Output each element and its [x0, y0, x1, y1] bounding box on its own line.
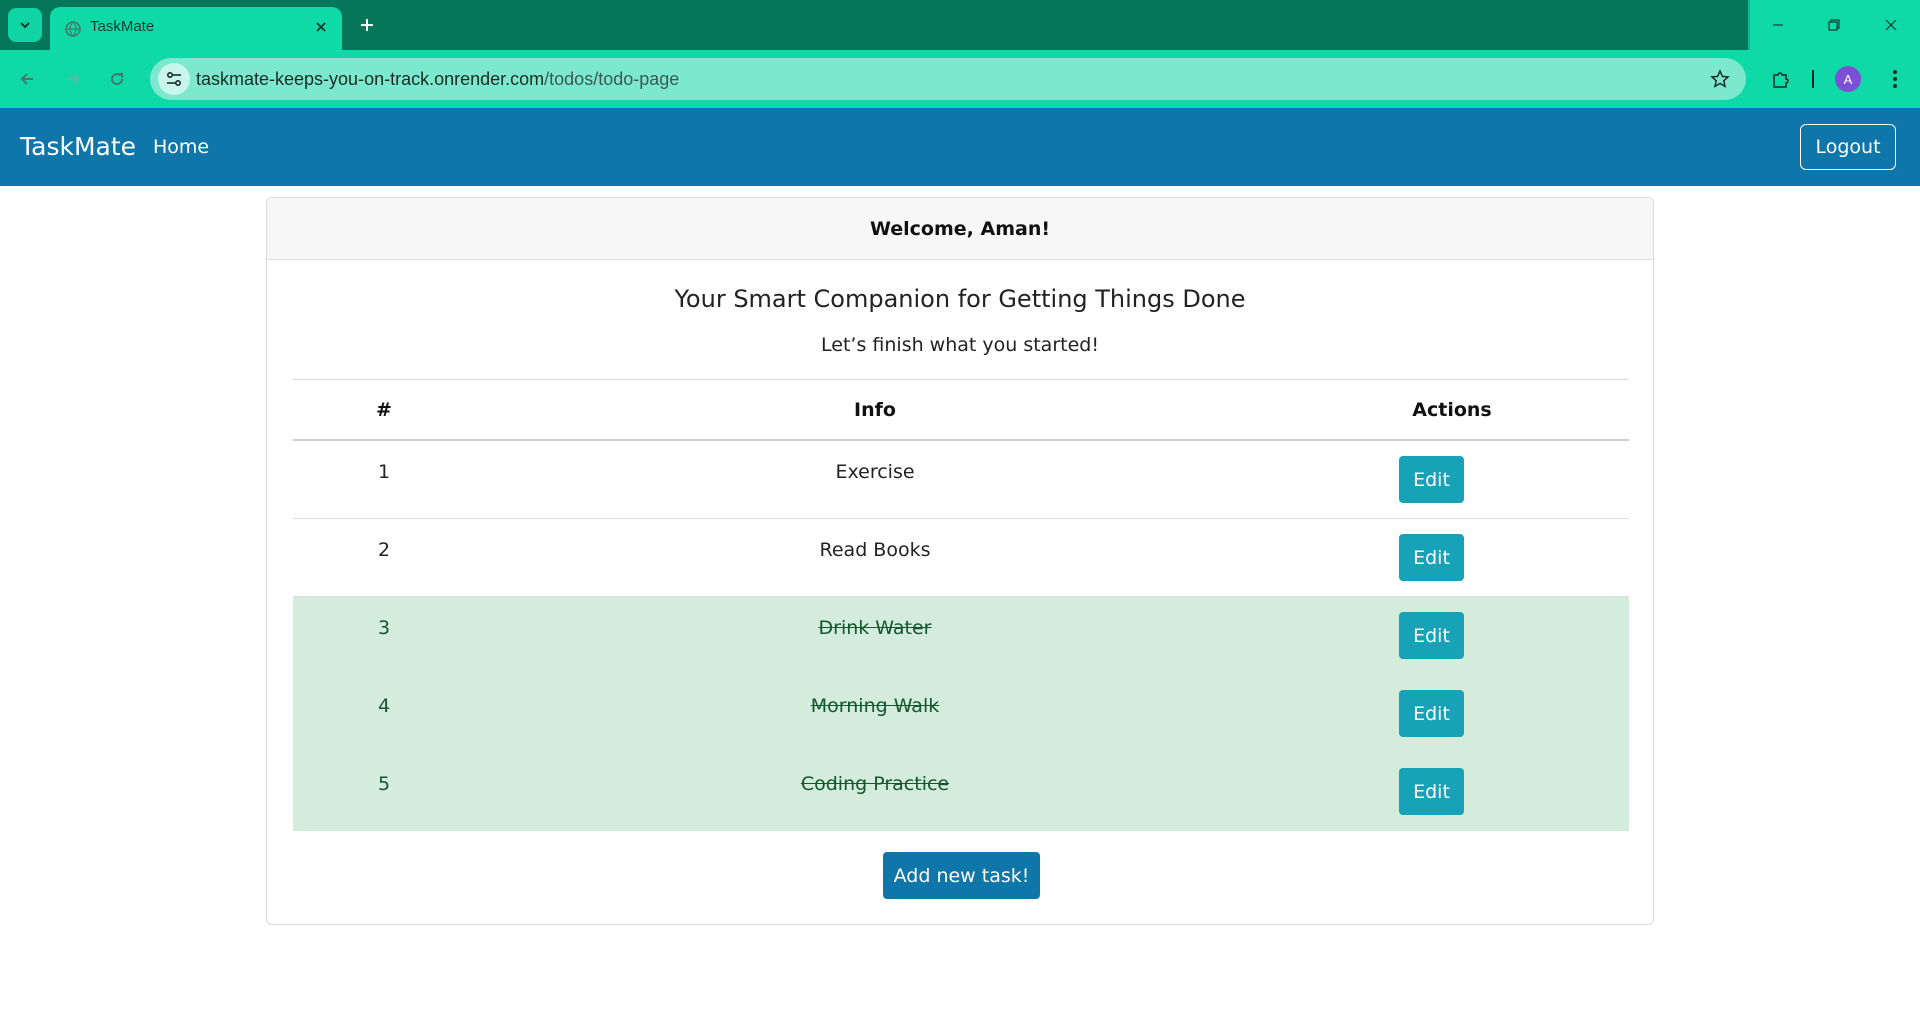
task-text: Morning Walk [810, 695, 940, 717]
card-title: Your Smart Companion for Getting Things … [674, 285, 1246, 313]
row-info: Morning Walk [475, 695, 1275, 717]
edit-button[interactable]: Edit [1399, 456, 1464, 503]
column-header-actions: Actions [1412, 399, 1492, 421]
back-button[interactable] [10, 62, 44, 96]
row-number: 3 [377, 617, 391, 639]
table-row-completed: 5 Coding Practice Edit [293, 753, 1629, 831]
edit-button[interactable]: Edit [1399, 612, 1464, 659]
table-row: 2 Read Books Edit [293, 519, 1629, 597]
todo-card: Welcome, Aman! Your Smart Companion for … [266, 197, 1654, 925]
browser-tab-bar: TaskMate [0, 0, 1920, 50]
tune-icon [166, 71, 182, 87]
globe-icon [65, 21, 81, 37]
row-info: Read Books [475, 539, 1275, 561]
browser-toolbar: taskmate-keeps-you-on-track.onrender.com… [0, 50, 1920, 108]
welcome-header: Welcome, Aman! [267, 198, 1653, 260]
row-number: 4 [377, 695, 391, 717]
todo-table: # Info Actions 1 Exercise Edit 2 Read Bo… [293, 379, 1629, 831]
browser-tab-active[interactable]: TaskMate [50, 7, 342, 50]
bookmark-button[interactable] [1708, 67, 1732, 91]
browser-menu-button[interactable] [1878, 62, 1912, 96]
table-row-completed: 4 Morning Walk Edit [293, 675, 1629, 753]
row-info: Drink Water [475, 617, 1275, 639]
edit-button[interactable]: Edit [1399, 534, 1464, 581]
card-subtitle: Let’s finish what you started! [821, 334, 1099, 356]
task-text: Read Books [819, 539, 931, 561]
forward-button[interactable] [56, 62, 90, 96]
chevron-down-icon [20, 22, 30, 29]
address-bar[interactable]: taskmate-keeps-you-on-track.onrender.com… [150, 58, 1746, 100]
nav-link-home[interactable]: Home [153, 136, 209, 158]
row-number: 5 [377, 773, 391, 795]
reload-icon [111, 73, 124, 86]
minimize-icon [1773, 24, 1783, 26]
table-header-row: # Info Actions [293, 380, 1629, 441]
close-icon [316, 22, 326, 32]
column-header-info: Info [854, 399, 896, 421]
row-number: 1 [377, 461, 391, 483]
url-host: taskmate-keeps-you-on-track.onrender.com [196, 69, 545, 89]
table-row-completed: 3 Drink Water Edit [293, 597, 1629, 675]
arrow-right-icon [67, 73, 80, 85]
tab-search-button[interactable] [8, 8, 42, 42]
plus-icon [361, 19, 373, 31]
kebab-menu-icon [1893, 70, 1897, 88]
row-number: 2 [377, 539, 391, 561]
row-info: Exercise [475, 461, 1275, 483]
url-path: /todos/todo-page [544, 69, 680, 89]
site-info-button[interactable] [158, 63, 190, 95]
column-header-number: # [376, 399, 392, 421]
url-text: taskmate-keeps-you-on-track.onrender.com… [196, 69, 679, 90]
row-info: Coding Practice [475, 773, 1275, 795]
window-minimize-button[interactable] [1750, 0, 1806, 50]
close-icon [1885, 19, 1897, 31]
table-body: 1 Exercise Edit 2 Read Books Edit 3 Drin… [293, 441, 1629, 831]
window-close-button[interactable] [1862, 0, 1920, 50]
reload-button[interactable] [100, 62, 134, 96]
new-tab-button[interactable] [352, 10, 382, 40]
table-row: 1 Exercise Edit [293, 441, 1629, 519]
edit-button[interactable]: Edit [1399, 690, 1464, 737]
app-navbar: TaskMate Home Logout [0, 108, 1920, 186]
puzzle-icon [1773, 72, 1789, 88]
profile-avatar[interactable]: A [1835, 66, 1861, 92]
task-text: Exercise [835, 461, 915, 483]
toolbar-separator [1812, 70, 1814, 88]
brand-logo[interactable]: TaskMate [20, 132, 136, 161]
edit-button[interactable]: Edit [1399, 768, 1464, 815]
star-icon [1710, 69, 1730, 88]
task-text: Drink Water [818, 617, 932, 639]
restore-icon [1828, 19, 1840, 31]
logout-button[interactable]: Logout [1800, 124, 1896, 170]
tab-title: TaskMate [90, 18, 155, 35]
task-text: Coding Practice [800, 773, 950, 795]
arrow-left-icon [20, 73, 33, 85]
add-task-button[interactable]: Add new task! [883, 852, 1040, 899]
extensions-button[interactable] [1764, 62, 1798, 96]
tab-close-button[interactable] [310, 16, 332, 38]
window-restore-button[interactable] [1806, 0, 1862, 50]
